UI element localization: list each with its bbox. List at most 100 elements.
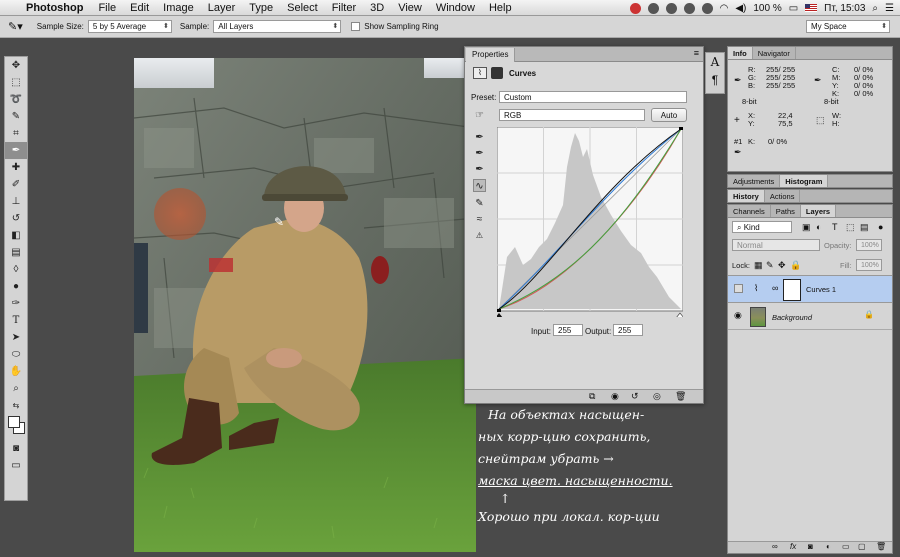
new-layer-icon[interactable]: ▢ xyxy=(858,542,866,551)
lock-paint-icon[interactable]: ✎ xyxy=(766,260,774,271)
delete-layer-icon[interactable]: 🗑 xyxy=(876,542,886,551)
new-adjustment-icon[interactable]: ◐ xyxy=(826,542,831,551)
filter-smart-icon[interactable]: ▤ xyxy=(860,222,869,233)
link-icon[interactable]: ∞ xyxy=(772,283,778,293)
tab-channels[interactable]: Channels xyxy=(728,205,771,217)
trash-icon[interactable]: 🗑 xyxy=(675,391,686,402)
layer-row-background[interactable]: ◉ Background 🔒 xyxy=(728,304,892,330)
menu-image[interactable]: Image xyxy=(156,2,201,14)
swap-colors-icon[interactable]: ⇆ xyxy=(5,397,27,414)
layer-row-curves[interactable]: ⌇ ∞ Curves 1 xyxy=(728,275,892,303)
menu-3d[interactable]: 3D xyxy=(363,2,391,14)
time-machine-icon[interactable] xyxy=(683,2,695,14)
smooth-curve-icon[interactable]: ≈ xyxy=(473,213,486,226)
color-swatches[interactable] xyxy=(5,414,27,440)
tab-history[interactable]: History xyxy=(728,190,765,202)
record-icon[interactable] xyxy=(629,2,641,14)
tab-info[interactable]: Info xyxy=(728,47,753,59)
curves-adjustment-icon[interactable]: ⌇ xyxy=(473,67,487,79)
lock-all-icon[interactable]: 🔒 xyxy=(790,260,801,271)
filter-pixel-icon[interactable]: ▣ xyxy=(802,222,811,233)
move-tool-icon[interactable]: ✥ xyxy=(5,57,27,74)
sample-size-select[interactable]: 5 by 5 Average xyxy=(87,20,172,33)
white-slider[interactable] xyxy=(676,312,683,317)
reset-icon[interactable]: ↺ xyxy=(631,391,639,402)
foreground-color[interactable] xyxy=(8,416,20,428)
filter-adjust-icon[interactable]: ◐ xyxy=(816,222,821,232)
panel-menu-icon[interactable]: ≡ xyxy=(694,48,699,58)
menu-type[interactable]: Type xyxy=(242,2,280,14)
input-field[interactable]: 255 xyxy=(553,324,583,336)
path-select-tool-icon[interactable]: ➤ xyxy=(5,329,27,346)
layer-mask-icon[interactable] xyxy=(491,67,503,79)
lock-position-icon[interactable]: ✥ xyxy=(778,260,786,271)
character-icon[interactable]: A xyxy=(706,55,724,69)
menu-help[interactable]: Help xyxy=(482,2,519,14)
curves-graph[interactable] xyxy=(497,127,683,317)
sample-select[interactable]: All Layers xyxy=(213,20,342,33)
tab-actions[interactable]: Actions xyxy=(765,190,801,202)
clip-to-layer-icon[interactable]: ⧉ xyxy=(589,391,595,402)
new-group-icon[interactable]: ▭ xyxy=(842,542,850,551)
blend-mode-select[interactable]: Normal xyxy=(732,239,820,251)
volume-icon[interactable]: ◀) xyxy=(735,3,746,14)
visibility-eye-icon[interactable] xyxy=(734,284,743,293)
eraser-tool-icon[interactable]: ◧ xyxy=(5,227,27,244)
curve-edit-icon[interactable]: ∿ xyxy=(473,179,486,192)
dodge-tool-icon[interactable]: ● xyxy=(5,278,27,295)
eyedropper-preset-icon[interactable]: ✎▾ xyxy=(8,20,23,33)
menu-view[interactable]: View xyxy=(391,2,429,14)
menu-window[interactable]: Window xyxy=(429,2,482,14)
type-tool-icon[interactable]: T xyxy=(5,312,27,329)
hand-tool-icon[interactable]: ✋ xyxy=(5,363,27,380)
menu-layer[interactable]: Layer xyxy=(201,2,243,14)
add-mask-icon[interactable]: ◙ xyxy=(808,542,813,551)
eyedropper-tool-icon[interactable]: ✒ xyxy=(5,142,27,159)
healing-tool-icon[interactable]: ✚ xyxy=(5,159,27,176)
flag-icon[interactable] xyxy=(805,4,818,12)
quick-select-tool-icon[interactable]: ✎ xyxy=(5,108,27,125)
lock-pixels-icon[interactable]: ▦ xyxy=(754,260,763,271)
tab-properties[interactable]: Properties xyxy=(466,48,516,62)
lasso-tool-icon[interactable]: ➰ xyxy=(5,91,27,108)
opacity-field[interactable]: 100% xyxy=(856,239,882,251)
blur-tool-icon[interactable]: ◊ xyxy=(5,261,27,278)
menu-filter[interactable]: Filter xyxy=(325,2,363,14)
sampling-ring-checkbox[interactable] xyxy=(351,22,361,31)
gradient-tool-icon[interactable]: ▤ xyxy=(5,244,27,261)
filter-toggle-icon[interactable]: ● xyxy=(878,222,883,232)
battery-icon[interactable]: ▭ xyxy=(789,3,798,14)
quick-mask-icon[interactable]: ◙ xyxy=(5,440,27,457)
pen-tool-icon[interactable]: ✑ xyxy=(5,295,27,312)
tab-layers[interactable]: Layers xyxy=(800,205,837,217)
view-previous-icon[interactable]: ◉ xyxy=(611,391,619,402)
menu-select[interactable]: Select xyxy=(280,2,325,14)
white-point-eyedropper-icon[interactable]: ✒ xyxy=(473,163,486,176)
layer-mask-thumbnail[interactable] xyxy=(783,279,801,301)
tab-paths[interactable]: Paths xyxy=(771,205,801,217)
brush-tool-icon[interactable]: ✐ xyxy=(5,176,27,193)
spotlight-icon[interactable]: ⌕ xyxy=(872,3,878,14)
paragraph-icon[interactable]: ¶ xyxy=(706,73,724,87)
filter-type-icon[interactable]: T xyxy=(832,222,838,232)
crop-tool-icon[interactable]: ⌗ xyxy=(5,125,27,142)
output-field[interactable]: 255 xyxy=(613,324,643,336)
filter-shape-icon[interactable]: ⬚ xyxy=(846,222,855,233)
stamp-tool-icon[interactable]: ⊥ xyxy=(5,193,27,210)
menu-file[interactable]: File xyxy=(91,2,123,14)
gray-point-eyedropper-icon[interactable]: ✒ xyxy=(473,147,486,160)
canvas-photo[interactable]: ✎ xyxy=(134,58,476,552)
layer-filter-select[interactable]: ⌕ Kind xyxy=(732,221,792,233)
channel-select[interactable]: RGB xyxy=(499,109,645,121)
link-layers-icon[interactable]: ∞ xyxy=(772,542,778,551)
pencil-draw-icon[interactable]: ✎ xyxy=(473,197,486,210)
marquee-tool-icon[interactable]: ⬚ xyxy=(5,74,27,91)
zoom-tool-icon[interactable]: ⌕ xyxy=(5,380,27,397)
menu-edit[interactable]: Edit xyxy=(123,2,156,14)
notifications-icon[interactable]: ☰ xyxy=(885,3,894,14)
tab-adjustments[interactable]: Adjustments xyxy=(728,175,781,187)
clock[interactable]: Пт, 15:03 xyxy=(824,3,865,14)
target-adjust-icon[interactable]: ☞ xyxy=(473,109,486,122)
preset-select[interactable]: Custom xyxy=(499,91,687,103)
bluetooth-icon[interactable] xyxy=(701,2,713,14)
